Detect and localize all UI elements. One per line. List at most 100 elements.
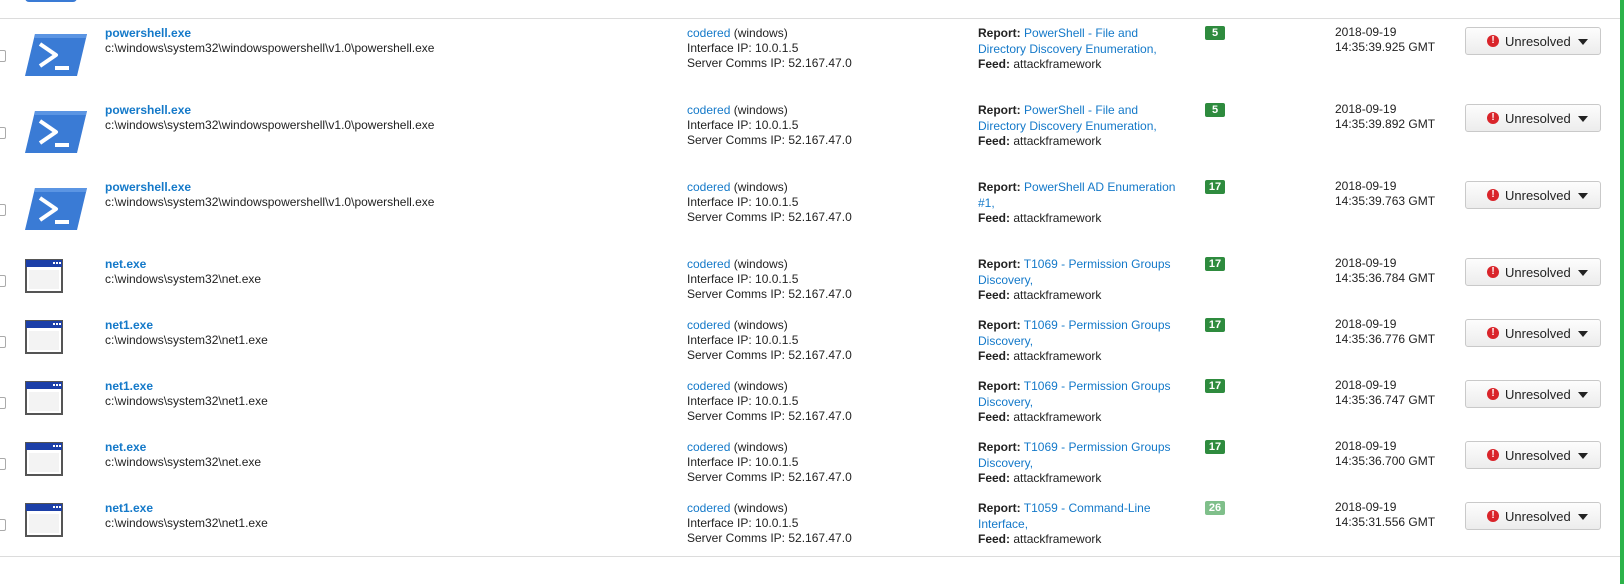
feed-label: Feed:	[978, 349, 1011, 363]
process-name-link[interactable]: powershell.exe	[105, 26, 434, 41]
status-label: Unresolved	[1505, 34, 1571, 49]
timestamp: 2018-09-19 14:35:31.556 GMT	[1335, 500, 1435, 530]
table-row[interactable]: net1.exe c:\windows\system32\net1.exe co…	[0, 494, 1620, 557]
host-os: (windows)	[730, 318, 788, 332]
feed-label: Feed:	[978, 57, 1011, 71]
sensor-cell: codered (windows) Interface IP: 10.0.1.5…	[687, 440, 852, 485]
process-name-link[interactable]: net1.exe	[105, 379, 268, 394]
status-dropdown[interactable]: Unresolved	[1465, 380, 1601, 408]
table-row[interactable]: net1.exe c:\windows\system32\net1.exe co…	[0, 372, 1620, 434]
status-dropdown[interactable]: Unresolved	[1465, 441, 1601, 469]
host-link[interactable]: codered	[687, 379, 730, 393]
interface-ip: Interface IP: 10.0.1.5	[687, 516, 799, 530]
host-link[interactable]: codered	[687, 440, 730, 454]
host-link[interactable]: codered	[687, 501, 730, 515]
chevron-down-icon	[1578, 331, 1588, 337]
status-label: Unresolved	[1505, 111, 1571, 126]
host-link[interactable]: codered	[687, 103, 730, 117]
report-cell: Report: PowerShell - File and Directory …	[978, 26, 1188, 73]
feed-name: attackframework	[1013, 471, 1102, 485]
server-comms-ip: Server Comms IP: 52.167.47.0	[687, 348, 852, 362]
status-dropdown[interactable]: Unresolved	[1465, 104, 1601, 132]
chevron-down-icon	[1578, 453, 1588, 459]
host-os: (windows)	[730, 379, 788, 393]
status-dropdown[interactable]: Unresolved	[1465, 258, 1601, 286]
host-os: (windows)	[730, 180, 788, 194]
alert-icon	[1487, 189, 1499, 201]
status-label: Unresolved	[1505, 448, 1571, 463]
alert-icon	[1487, 327, 1499, 339]
powershell-icon	[25, 32, 87, 78]
row-checkbox[interactable]	[0, 204, 6, 216]
interface-ip: Interface IP: 10.0.1.5	[687, 41, 799, 55]
process-name-link[interactable]: net1.exe	[105, 501, 268, 516]
host-os: (windows)	[730, 257, 788, 271]
host-link[interactable]: codered	[687, 257, 730, 271]
powershell-icon	[25, 109, 87, 155]
process-path: c:\windows\system32\net1.exe	[105, 516, 268, 530]
process-name-link[interactable]: powershell.exe	[105, 103, 434, 118]
table-row[interactable]: net.exe c:\windows\system32\net.exe code…	[0, 250, 1620, 312]
host-os: (windows)	[730, 103, 788, 117]
timestamp-date: 2018-09-19	[1335, 317, 1397, 331]
process-path: c:\windows\system32\net.exe	[105, 455, 262, 469]
status-dropdown[interactable]: Unresolved	[1465, 27, 1601, 55]
process-path: c:\windows\system32\net1.exe	[105, 333, 268, 347]
row-checkbox[interactable]	[0, 336, 6, 348]
server-comms-ip: Server Comms IP: 52.167.47.0	[687, 210, 852, 224]
status-dropdown[interactable]: Unresolved	[1465, 319, 1601, 347]
timestamp-date: 2018-09-19	[1335, 25, 1397, 39]
interface-ip: Interface IP: 10.0.1.5	[687, 195, 799, 209]
timestamp-date: 2018-09-19	[1335, 102, 1397, 116]
host-link[interactable]: codered	[687, 26, 730, 40]
row-checkbox[interactable]	[0, 127, 6, 139]
timestamp: 2018-09-19 14:35:39.892 GMT	[1335, 102, 1435, 132]
timestamp-time: 14:35:31.556 GMT	[1335, 515, 1436, 529]
process-cell: net.exe c:\windows\system32\net.exe	[105, 440, 261, 470]
window-icon	[25, 320, 63, 354]
feed-name: attackframework	[1013, 288, 1102, 302]
partial-row-icon	[25, 0, 77, 2]
alert-icon	[1487, 388, 1499, 400]
process-path: c:\windows\system32\net1.exe	[105, 394, 268, 408]
chevron-down-icon	[1578, 270, 1588, 276]
process-cell: powershell.exe c:\windows\system32\windo…	[105, 180, 434, 210]
status-dropdown[interactable]: Unresolved	[1465, 502, 1601, 530]
timestamp: 2018-09-19 14:35:36.747 GMT	[1335, 378, 1435, 408]
timestamp-date: 2018-09-19	[1335, 500, 1397, 514]
table-row[interactable]: net1.exe c:\windows\system32\net1.exe co…	[0, 311, 1620, 373]
status-dropdown[interactable]: Unresolved	[1465, 181, 1601, 209]
row-checkbox[interactable]	[0, 50, 6, 62]
alert-icon	[1487, 35, 1499, 47]
scroll-accent-bar	[1620, 0, 1624, 584]
row-checkbox[interactable]	[0, 519, 6, 531]
process-path: c:\windows\system32\windowspowershell\v1…	[105, 118, 435, 132]
server-comms-ip: Server Comms IP: 52.167.47.0	[687, 470, 852, 484]
report-cell: Report: PowerShell AD Enumeration #1, Fe…	[978, 180, 1188, 227]
report-label: Report:	[978, 318, 1021, 332]
chevron-down-icon	[1578, 514, 1588, 520]
process-name-link[interactable]: powershell.exe	[105, 180, 434, 195]
process-name-link[interactable]: net1.exe	[105, 318, 268, 333]
process-name-link[interactable]: net.exe	[105, 257, 261, 272]
table-row[interactable]: powershell.exe c:\windows\system32\windo…	[0, 96, 1620, 174]
report-label: Report:	[978, 26, 1021, 40]
table-row[interactable]: powershell.exe c:\windows\system32\windo…	[0, 19, 1620, 97]
host-link[interactable]: codered	[687, 318, 730, 332]
report-label: Report:	[978, 440, 1021, 454]
feed-name: attackframework	[1013, 532, 1102, 546]
server-comms-ip: Server Comms IP: 52.167.47.0	[687, 287, 852, 301]
status-label: Unresolved	[1505, 188, 1571, 203]
row-checkbox[interactable]	[0, 397, 6, 409]
timestamp-time: 14:35:39.763 GMT	[1335, 194, 1436, 208]
process-name-link[interactable]: net.exe	[105, 440, 261, 455]
table-row[interactable]: powershell.exe c:\windows\system32\windo…	[0, 173, 1620, 251]
window-icon	[25, 503, 63, 537]
timestamp-time: 14:35:36.776 GMT	[1335, 332, 1436, 346]
score-badge: 26	[1205, 501, 1225, 515]
table-row[interactable]: net.exe c:\windows\system32\net.exe code…	[0, 433, 1620, 495]
row-checkbox[interactable]	[0, 458, 6, 470]
timestamp: 2018-09-19 14:35:39.763 GMT	[1335, 179, 1435, 209]
host-link[interactable]: codered	[687, 180, 730, 194]
row-checkbox[interactable]	[0, 275, 6, 287]
